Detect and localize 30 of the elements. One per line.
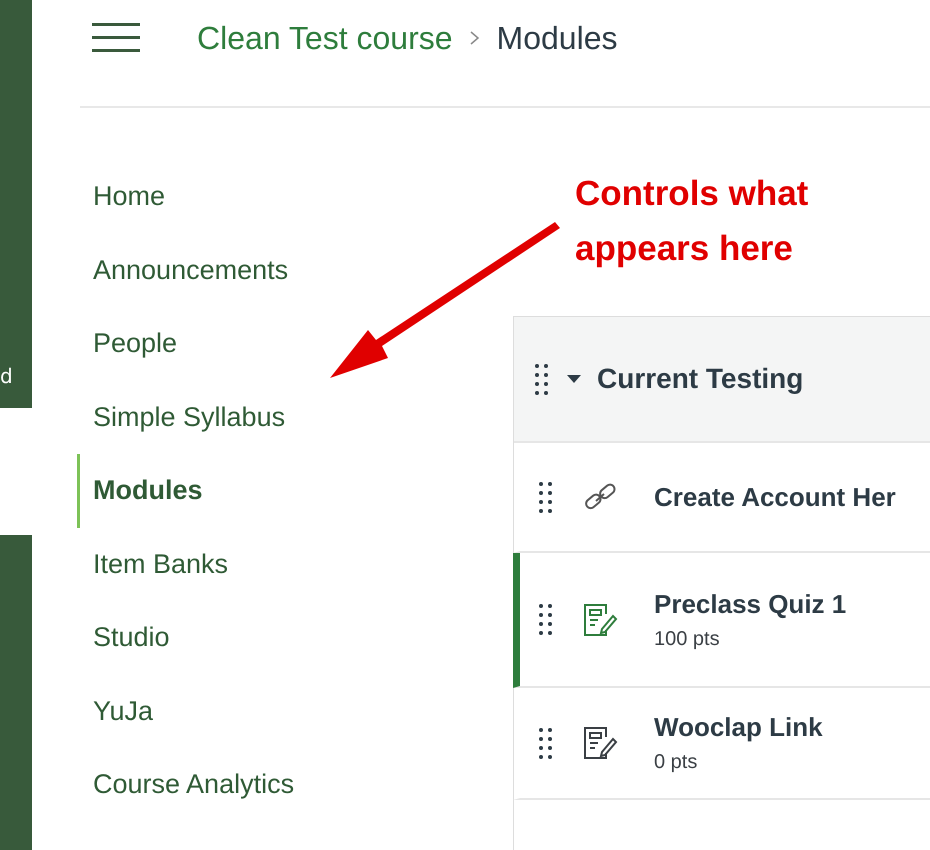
course-nav-link[interactable]: Simple Syllabus [77,380,286,454]
drag-handle-icon [539,604,552,635]
points-text: 100 pts [654,628,721,650]
module-item[interactable]: Preclass Quiz 1 100 pts [513,553,930,688]
course-nav-link[interactable]: Studio [77,601,170,674]
item-title: Create Account Her [654,482,896,512]
course-nav-link[interactable]: Home [77,160,166,234]
points-text: 0 pts [654,751,698,774]
module-title: Current Testing [597,363,804,395]
drag-handle-icon [539,482,552,512]
course-nav-link[interactable]: People [77,307,178,380]
annotation-text: Controls what appears here [575,173,810,270]
course-nav-link[interactable]: YuJa [77,674,154,748]
module-item[interactable]: Wooclap Link 0 pts [513,688,930,800]
module-item[interactable]: Create Account Her [513,443,930,553]
item-title: Preclass Quiz 1 [654,588,846,620]
course-nav-link[interactable]: Item Banks [77,528,228,601]
global-nav-label[interactable]: d [0,364,13,388]
menu-button[interactable] [92,23,140,53]
drag-handle-icon [539,728,552,758]
quiz-icon [582,602,618,638]
course-nav-link[interactable]: Modules [77,454,203,528]
breadcrumb-current: Modules [496,20,618,56]
course-nav-link[interactable]: Announcements [77,234,288,307]
breadcrumb-link[interactable]: Clean Test course [197,20,453,56]
item-title: Wooclap Link [654,712,823,743]
drag-handle-icon [535,364,548,394]
course-nav-link[interactable]: Course Analytics [77,748,294,822]
quiz-icon [582,725,618,761]
chevron-right-icon [468,31,481,45]
